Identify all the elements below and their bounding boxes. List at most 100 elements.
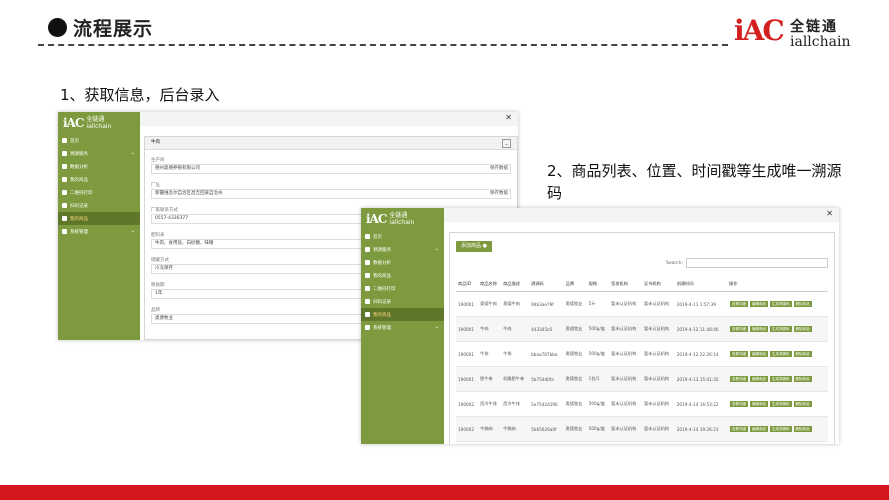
collapse-icon[interactable]: ⌄ bbox=[502, 139, 511, 148]
sidebar-item-label: 我的商品 bbox=[70, 216, 88, 222]
sidebar-item[interactable]: 数据分析 bbox=[58, 160, 140, 173]
menu-icon bbox=[62, 164, 67, 169]
column-header[interactable]: 创建时间 bbox=[674, 277, 728, 292]
sidebar-item[interactable]: 扫码记录 bbox=[58, 199, 140, 212]
sidebar-item[interactable]: 二维码打印 bbox=[58, 186, 140, 199]
table-cell: 190001 bbox=[456, 341, 479, 367]
table-row: 190001 肥牛卷 奶酪肥牛卷 5b75dd0fa 奥德牧业 1包/1 暂未认证机构 暂未认… bbox=[456, 366, 828, 392]
row-action-button[interactable]: 删除商品 bbox=[793, 326, 812, 332]
column-header[interactable]: 操作 bbox=[727, 277, 828, 292]
column-header[interactable]: 品牌 bbox=[563, 277, 587, 292]
table-cell: 暂未认证机构 bbox=[609, 366, 642, 392]
column-header[interactable]: 证书机构 bbox=[641, 277, 675, 292]
row-action-button[interactable]: 查看详细 bbox=[730, 401, 749, 407]
row-actions: 查看详细编辑商品生成溯源码删除商品 bbox=[727, 366, 828, 392]
column-header[interactable]: 规格 bbox=[586, 277, 610, 292]
row-action-button[interactable]: 生成溯源码 bbox=[770, 326, 792, 332]
table-cell: 190001 bbox=[456, 316, 479, 342]
column-header[interactable]: 商品描述 bbox=[501, 277, 530, 292]
row-action-button[interactable]: 编辑商品 bbox=[750, 376, 769, 382]
table-cell: 2019-4-12 22:26:14 bbox=[674, 341, 728, 367]
row-action-button[interactable]: 删除商品 bbox=[793, 426, 812, 432]
table-cell: 暂未认证机构 bbox=[609, 291, 642, 317]
sidebar-logo: iAC 全链通 iallchain bbox=[361, 208, 444, 230]
menu-icon bbox=[62, 229, 67, 234]
column-header[interactable]: 签发机构 bbox=[609, 277, 642, 292]
column-header[interactable]: 商品ID bbox=[456, 277, 479, 292]
search-input[interactable] bbox=[686, 258, 828, 268]
row-action-button[interactable]: 生成溯源码 bbox=[770, 376, 792, 382]
row-action-button[interactable]: 查看详细 bbox=[730, 326, 749, 332]
row-action-button[interactable]: 删除商品 bbox=[793, 351, 812, 357]
row-action-button[interactable]: 查看详细 bbox=[730, 426, 749, 432]
add-product-button[interactable]: 添加商品 ● bbox=[456, 241, 492, 252]
sidebar-item[interactable]: 我的商品 bbox=[361, 269, 444, 282]
row-action-button[interactable]: 删除商品 bbox=[793, 301, 812, 307]
sidebar-logo-en: iallchain bbox=[86, 123, 112, 130]
row-action-button[interactable]: 生成溯源码 bbox=[770, 426, 792, 432]
sidebar-item[interactable]: 我的商品 bbox=[361, 308, 444, 321]
close-icon[interactable]: ✕ bbox=[505, 113, 512, 122]
sidebar-item[interactable]: 系统管理 ⌄ bbox=[361, 321, 444, 334]
menu-icon bbox=[365, 260, 370, 265]
panel-title: 牛肉 bbox=[151, 140, 160, 145]
sidebar-item[interactable]: 数据分析 bbox=[361, 256, 444, 269]
menu-icon bbox=[365, 312, 370, 317]
table-cell: 暂未认证机构 bbox=[641, 416, 675, 442]
table-cell: 奥德牧业 bbox=[563, 291, 587, 317]
sidebar-item-label: 数据分析 bbox=[70, 164, 88, 170]
row-action-button[interactable]: 生成溯源码 bbox=[770, 351, 792, 357]
column-header[interactable]: 商品名称 bbox=[478, 277, 502, 292]
row-action-button[interactable]: 编辑商品 bbox=[750, 426, 769, 432]
row-action-button[interactable]: 编辑商品 bbox=[750, 301, 769, 307]
sidebar-logo-mark: iAC bbox=[366, 212, 387, 226]
close-icon[interactable]: ✕ bbox=[826, 209, 833, 218]
row-action-button[interactable]: 查看详细 bbox=[730, 351, 749, 357]
row-actions: 查看详细编辑商品生成溯源码删除商品 bbox=[727, 441, 828, 444]
save-field-button[interactable]: 保存数据 bbox=[490, 190, 508, 198]
field-input[interactable]: 德州奥德养殖有限公司 保存数据 bbox=[151, 164, 511, 174]
sidebar-item[interactable]: 溯源服务 ⌄ bbox=[58, 147, 140, 160]
row-action-button[interactable]: 删除商品 bbox=[793, 376, 812, 382]
sidebar-item[interactable]: 溯源服务 ⌄ bbox=[361, 243, 444, 256]
chevron-down-icon: ⌄ bbox=[434, 324, 439, 330]
save-field-button[interactable]: 保存数据 bbox=[490, 165, 508, 173]
table-row: 190001 牛肉 牛肉 443345e5 奥德牧业 500g/盒 暂未认证机构 暂未认证机构… bbox=[456, 316, 828, 342]
sidebar-item-label: 扫码记录 bbox=[70, 203, 88, 209]
sidebar-item[interactable]: 我的商品 bbox=[58, 173, 140, 186]
sidebar-item[interactable]: 二维码打印 bbox=[361, 282, 444, 295]
row-action-button[interactable]: 查看详细 bbox=[730, 301, 749, 307]
row-action-button[interactable]: 编辑商品 bbox=[750, 326, 769, 332]
table-cell: 190002 bbox=[456, 391, 479, 417]
step-1-caption: 1、获取信息，后台录入 bbox=[60, 86, 220, 104]
table-cell: 暂未认证机构 bbox=[609, 316, 642, 342]
menu-icon bbox=[62, 216, 67, 221]
sidebar-logo-mark: iAC bbox=[63, 116, 84, 130]
table-cell: 暂未认证机构 bbox=[641, 316, 675, 342]
sidebar-item[interactable]: 扫码记录 bbox=[361, 295, 444, 308]
field-label: 生产商 bbox=[151, 158, 165, 163]
table-cell: 牛腩肉 bbox=[501, 416, 530, 442]
row-action-button[interactable]: 编辑商品 bbox=[750, 401, 769, 407]
row-action-button[interactable]: 编辑商品 bbox=[750, 351, 769, 357]
menu-icon bbox=[62, 138, 67, 143]
row-action-button[interactable]: 生成溯源码 bbox=[770, 301, 792, 307]
sidebar-item[interactable]: 系统管理 ⌄ bbox=[58, 225, 140, 238]
row-action-button[interactable]: 生成溯源码 bbox=[770, 401, 792, 407]
sidebar-item-label: 我的商品 bbox=[373, 312, 391, 318]
column-header[interactable]: 溯源码 bbox=[529, 277, 564, 292]
field-input[interactable]: 新疆维吾尔自治区昌吉回族自治州 保存数据 bbox=[151, 189, 511, 199]
row-action-button[interactable]: 查看详细 bbox=[730, 376, 749, 382]
menu-icon bbox=[365, 299, 370, 304]
sidebar-item[interactable]: 我的商品 bbox=[58, 212, 140, 225]
table-cell: 暂未认证机构 bbox=[609, 391, 642, 417]
sidebar-logo-cn: 全链通 bbox=[389, 212, 408, 219]
table-row: 190001 奥德牛肉 奥德牛肉 9db3ae79f 奥德牧业 5斤 暂未认证机构 暂未认证机… bbox=[456, 291, 828, 317]
sidebar-item[interactable]: 首页 bbox=[361, 230, 444, 243]
sidebar-nav: 首页 溯源服务 ⌄ 数据分析 我的商品 二维码打印 扫码记录 我的商品 系统管理 ⌄ bbox=[58, 134, 140, 238]
table-cell: 500g/盒 bbox=[586, 316, 610, 342]
table-cell: 190001 bbox=[456, 291, 479, 317]
sidebar-item-label: 我的商品 bbox=[70, 177, 88, 183]
row-action-button[interactable]: 删除商品 bbox=[793, 401, 812, 407]
sidebar-item[interactable]: 首页 bbox=[58, 134, 140, 147]
